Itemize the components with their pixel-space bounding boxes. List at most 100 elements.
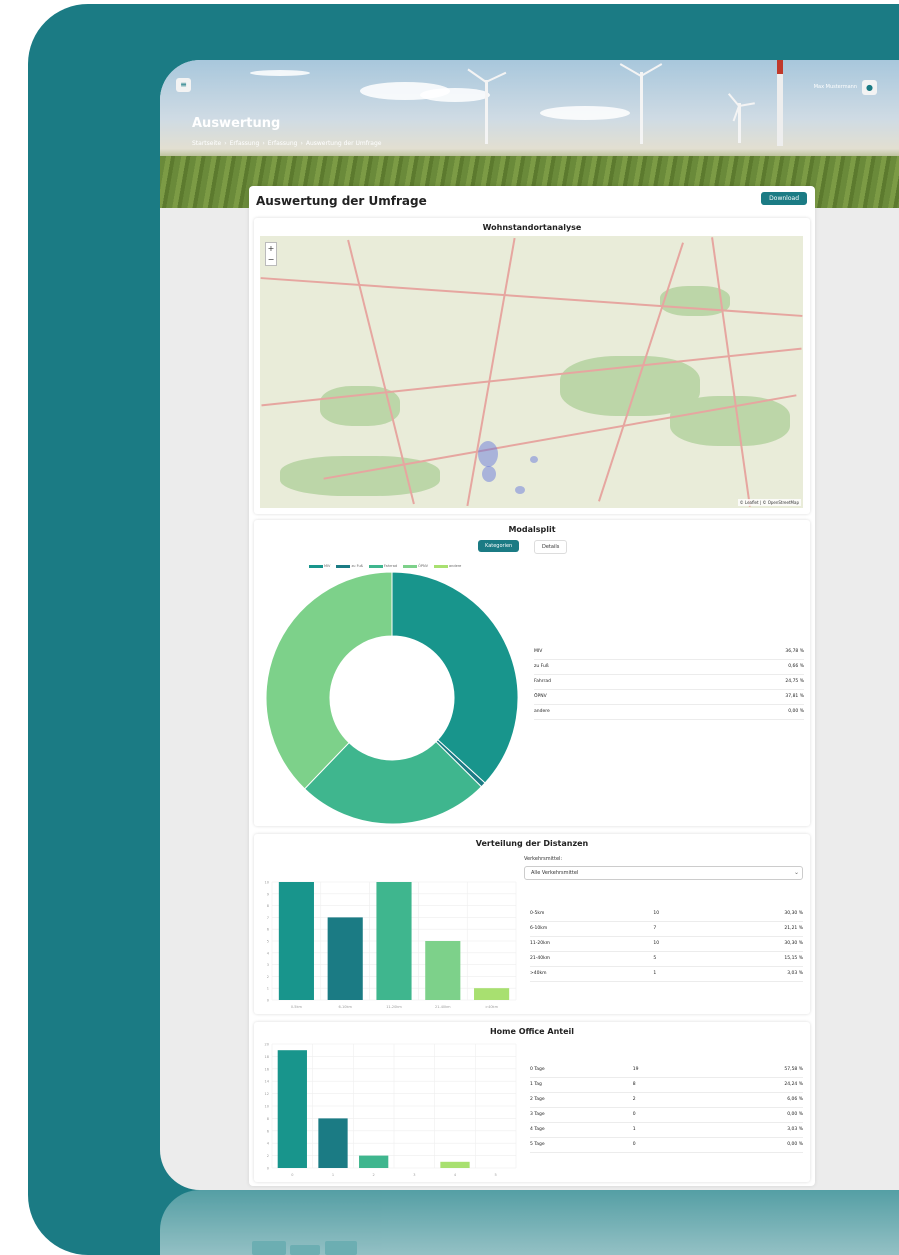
- row-value: 37,81 %: [663, 689, 804, 705]
- table-row: Fahrrad 24,75 %: [534, 674, 804, 690]
- row-label: 5 Tage: [530, 1137, 633, 1153]
- map-card: Wohnstandortanalyse + − © Leaflet | © Op…: [254, 218, 810, 514]
- row-value: 0,66 %: [663, 659, 804, 675]
- legend-swatch: [336, 564, 351, 568]
- bar[interactable]: [327, 917, 363, 1000]
- row-label: 3 Tage: [530, 1107, 633, 1123]
- select-label: Verkehrsmittel:: [524, 856, 563, 862]
- table-row: 11-20km 10 30,30 %: [530, 936, 803, 952]
- y-tick-label: 18: [265, 1055, 269, 1059]
- location-map[interactable]: + − © Leaflet | © OpenStreetMap: [260, 236, 803, 508]
- row-pct: 30,30 %: [688, 906, 803, 922]
- table-row: 1 Tag 8 24,24 %: [530, 1077, 803, 1093]
- y-tick-label: 4: [267, 1142, 270, 1146]
- row-pct: 6,06 %: [672, 1092, 803, 1108]
- x-tick-label: 2: [373, 1173, 375, 1177]
- row-pct: 57,58 %: [672, 1062, 803, 1078]
- menu-button[interactable]: ≡: [176, 78, 191, 92]
- x-tick-label: >40km: [485, 1005, 498, 1009]
- row-label: 1 Tag: [530, 1077, 633, 1093]
- row-pct: 3,03 %: [672, 1122, 803, 1138]
- bar[interactable]: [474, 988, 510, 1000]
- breadcrumb-item-erfassung[interactable]: Erfassung: [230, 140, 260, 147]
- table-row: MIV 36,78 %: [534, 644, 804, 660]
- row-value: 0,00 %: [663, 704, 804, 720]
- breadcrumb-item-erfassung-2[interactable]: Erfassung: [268, 140, 298, 147]
- bar[interactable]: [440, 1161, 470, 1168]
- row-count: 1: [632, 1122, 673, 1138]
- pie-slice--pnv[interactable]: [265, 572, 393, 790]
- row-label: >40km: [530, 966, 654, 982]
- legend-label: zu Fuß: [351, 564, 363, 568]
- tab-kategorien[interactable]: Kategorien: [478, 540, 520, 552]
- legend-item[interactable]: zu Fuß: [336, 564, 363, 568]
- legend-item[interactable]: MIV: [309, 564, 330, 568]
- y-tick-label: 20: [265, 1043, 269, 1047]
- bar[interactable]: [359, 1155, 389, 1168]
- legend-item[interactable]: ÖPNV: [403, 564, 428, 568]
- row-count: 19: [632, 1062, 673, 1078]
- download-button[interactable]: Download: [761, 192, 807, 205]
- map-attribution[interactable]: © Leaflet | © OpenStreetMap: [737, 499, 801, 506]
- modalsplit-table: MIV 36,78 % zu Fuß 0,66 % Fahrrad 24,75 % Ö…: [534, 644, 804, 720]
- zoom-out-button[interactable]: −: [266, 254, 276, 265]
- y-tick-label: 8: [267, 1117, 269, 1121]
- row-count: 1: [653, 966, 689, 982]
- y-tick-label: 16: [265, 1067, 269, 1071]
- bar[interactable]: [318, 1118, 348, 1168]
- y-tick-label: 10: [265, 881, 269, 885]
- x-tick-label: 0-5km: [291, 1005, 303, 1009]
- legend-label: andere: [449, 564, 462, 568]
- user-name[interactable]: Max Mustermann: [814, 84, 857, 90]
- pie-legend: MIV zu Fuß Fahrrad ÖPNV andere: [309, 564, 461, 568]
- legend-swatch: [403, 564, 418, 568]
- distances-table: 0-5km 10 30,30 % 6-10km 7 21,21 % 11-20km 10 3…: [530, 906, 803, 982]
- y-tick-label: 6: [267, 1129, 269, 1133]
- table-row: zu Fuß 0,66 %: [534, 659, 804, 675]
- y-tick-label: 0: [267, 1167, 269, 1171]
- y-tick-label: 1: [267, 987, 269, 991]
- x-tick-label: 4: [454, 1173, 457, 1177]
- breadcrumb-item-home[interactable]: Startseite: [192, 140, 221, 147]
- y-tick-label: 8: [267, 904, 269, 908]
- row-value: 24,75 %: [663, 674, 804, 690]
- zoom-in-button[interactable]: +: [266, 243, 276, 254]
- table-row: andere 0,00 %: [534, 704, 804, 720]
- pie-slice-miv[interactable]: [391, 572, 519, 784]
- y-tick-label: 7: [267, 916, 269, 920]
- table-row: 3 Tage 0 0,00 %: [530, 1107, 803, 1123]
- x-tick-label: 21-40km: [435, 1005, 451, 1009]
- row-label: 0 Tage: [530, 1062, 633, 1078]
- breadcrumb-item-current: Auswertung der Umfrage: [305, 140, 382, 147]
- transport-select[interactable]: Alle Verkehrsmittel ⌄: [524, 866, 803, 880]
- table-row: 2 Tage 2 6,06 %: [530, 1092, 803, 1108]
- legend-item[interactable]: Fahrrad: [368, 564, 398, 568]
- table-row: 4 Tage 1 3,03 %: [530, 1122, 803, 1138]
- select-value: Alle Verkehrsmittel: [531, 870, 579, 876]
- row-count: 0: [632, 1137, 673, 1153]
- legend-label: Fahrrad: [383, 564, 398, 568]
- bar[interactable]: [376, 882, 412, 1000]
- bar[interactable]: [277, 1050, 307, 1168]
- breadcrumb: Startseite › Erfassung › Erfassung › Aus…: [192, 140, 381, 147]
- homeoffice-bar-chart: 024681012141618200 1 2 3 4 5: [265, 1043, 517, 1177]
- table-row: 0-5km 10 30,30 %: [530, 906, 803, 922]
- content-panel: Auswertung der Umfrage Download Wohnstan…: [249, 186, 815, 1186]
- bar[interactable]: [278, 882, 314, 1000]
- menu-icon: ≡: [180, 80, 187, 89]
- table-row: >40km 1 3,03 %: [530, 966, 803, 982]
- y-tick-label: 5: [267, 940, 269, 944]
- bar[interactable]: [425, 941, 461, 1000]
- breadcrumb-separator: ›: [262, 140, 265, 147]
- legend-swatch: [434, 564, 449, 568]
- y-tick-label: 2: [267, 975, 269, 979]
- row-label: Fahrrad: [534, 674, 664, 690]
- breadcrumb-separator: ›: [300, 140, 303, 147]
- table-row: 0 Tage 19 57,58 %: [530, 1062, 803, 1078]
- legend-item[interactable]: andere: [434, 564, 461, 568]
- row-count: 10: [653, 936, 689, 952]
- tab-details[interactable]: Details: [534, 540, 568, 554]
- x-tick-label: 5: [495, 1173, 497, 1177]
- user-button[interactable]: ●: [862, 80, 877, 95]
- y-tick-label: 2: [267, 1154, 269, 1158]
